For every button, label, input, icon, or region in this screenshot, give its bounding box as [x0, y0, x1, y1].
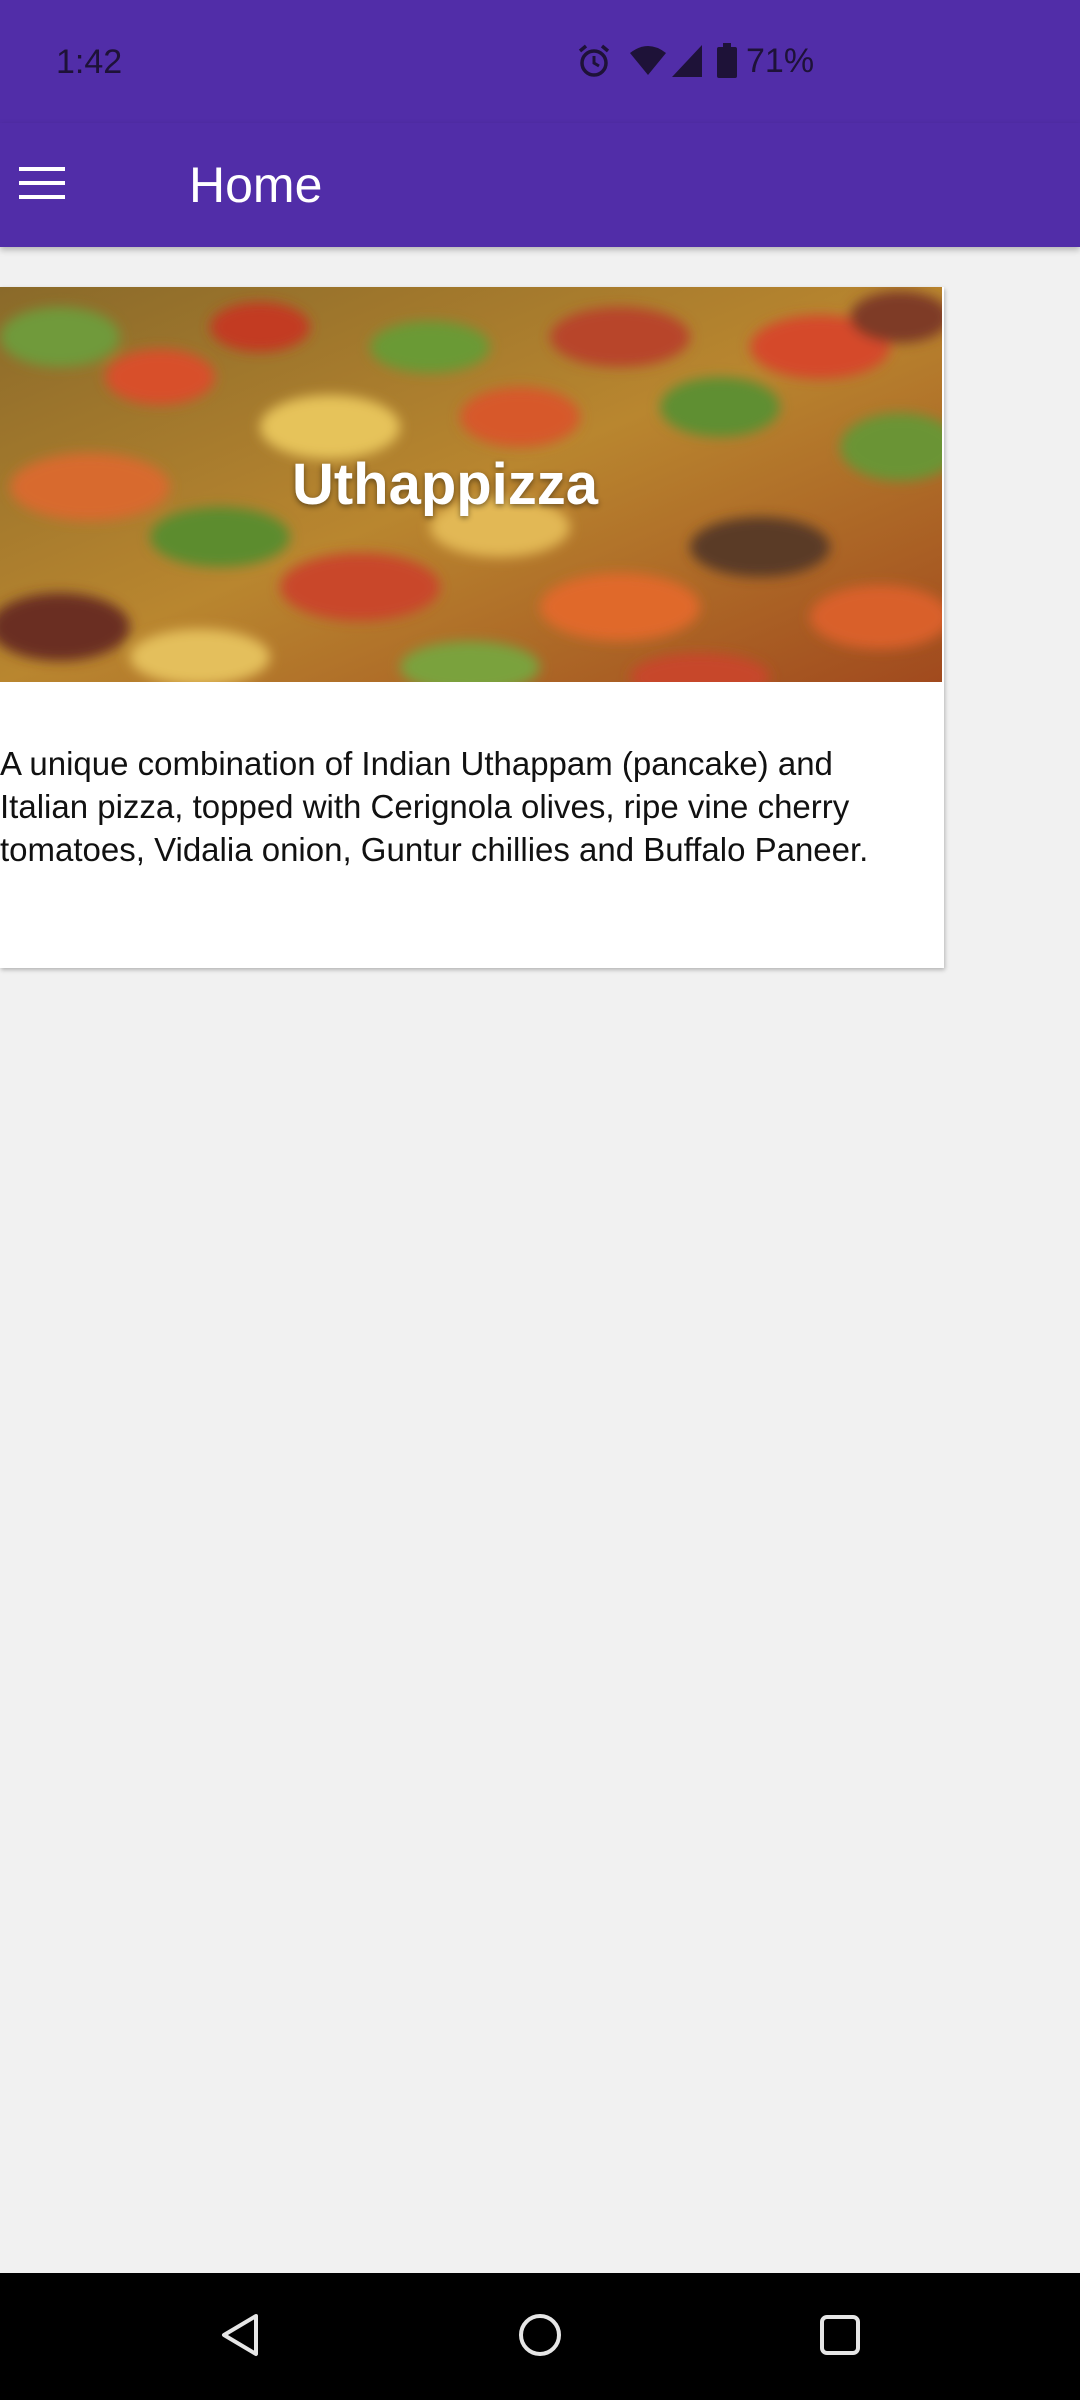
- navigation-bar: [0, 2273, 1080, 2400]
- wifi-icon: [628, 43, 668, 79]
- status-icons: 71%: [574, 38, 814, 84]
- back-button[interactable]: [202, 2299, 278, 2375]
- dish-title: Uthappizza: [291, 452, 599, 517]
- dish-image: Uthappizza: [0, 287, 942, 682]
- status-time: 1:42: [56, 43, 123, 81]
- signal-icon: [670, 43, 704, 79]
- battery-icon: [716, 43, 738, 79]
- dish-description: A unique combination of Indian Uthappam …: [0, 745, 869, 868]
- recents-button[interactable]: [802, 2299, 878, 2375]
- hamburger-menu-icon: [15, 165, 65, 206]
- alarm-icon: [574, 41, 614, 81]
- battery-percent: 71%: [746, 41, 815, 80]
- back-icon: [218, 2312, 262, 2363]
- app-bar: Home: [0, 123, 1080, 247]
- home-icon: [517, 2312, 563, 2363]
- recents-icon: [818, 2313, 862, 2362]
- home-button[interactable]: [502, 2299, 578, 2375]
- dish-card[interactable]: Uthappizza A unique combination of India…: [0, 287, 944, 968]
- menu-button[interactable]: [0, 145, 80, 225]
- page-title: Home: [189, 157, 323, 213]
- status-bar: 1:42 71%: [0, 0, 1080, 123]
